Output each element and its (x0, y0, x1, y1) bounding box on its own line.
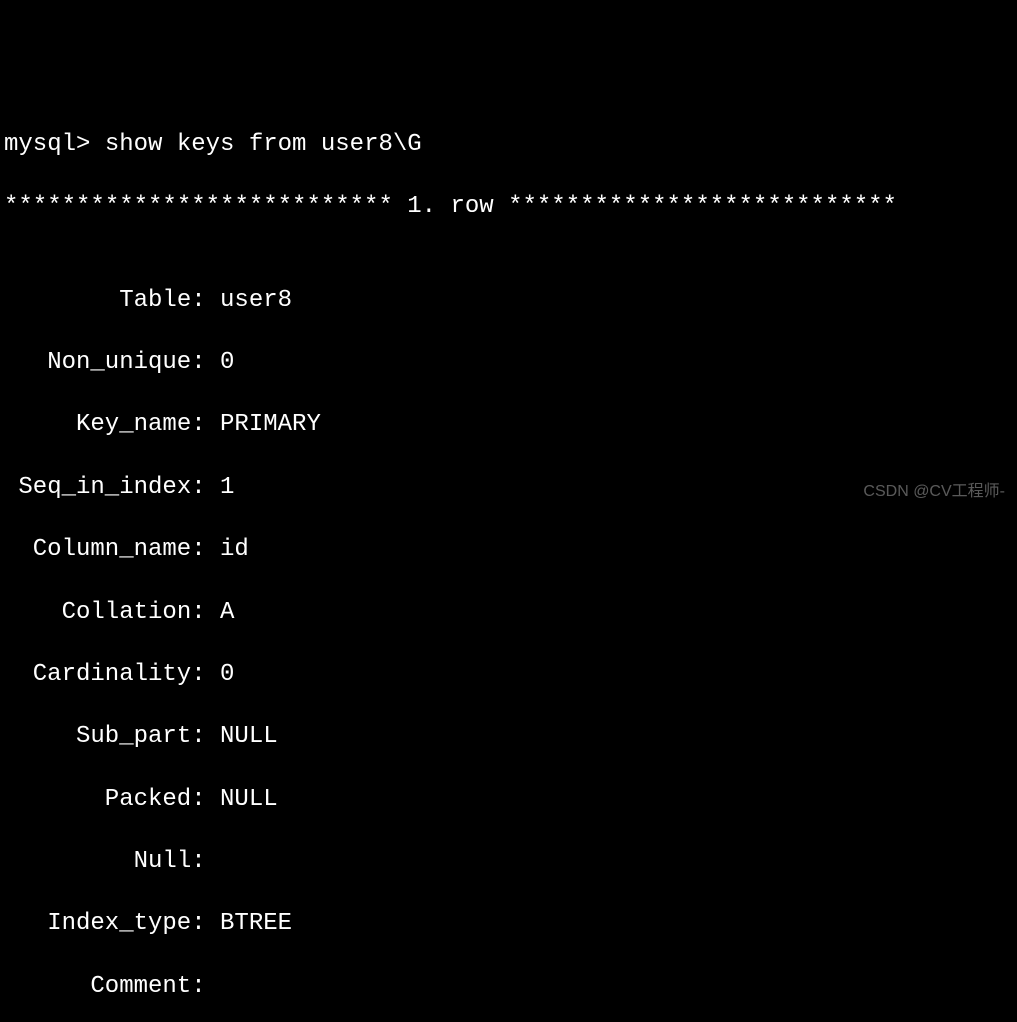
row-header: 1. row (407, 191, 493, 222)
sql-command: show keys from user8\G (105, 129, 422, 160)
field-row: Seq_in_index: 1 (4, 472, 1013, 503)
field-separator: : (191, 409, 220, 440)
field-value: NULL (220, 721, 278, 752)
field-label: Cardinality (4, 659, 191, 690)
field-label: Index_type (4, 908, 191, 939)
field-value: 0 (220, 347, 234, 378)
field-label: Seq_in_index (4, 472, 191, 503)
field-row: Column_name: id (4, 534, 1013, 565)
field-value: NULL (220, 784, 278, 815)
field-row: Non_unique: 0 (4, 347, 1013, 378)
row-separator-left: *************************** (4, 191, 407, 222)
field-label: Non_unique (4, 347, 191, 378)
field-separator: : (191, 285, 220, 316)
field-row: Packed: NULL (4, 784, 1013, 815)
field-label: Sub_part (4, 721, 191, 752)
field-separator: : (191, 597, 220, 628)
field-label: Column_name (4, 534, 191, 565)
field-separator: : (191, 784, 220, 815)
field-separator: : (191, 534, 220, 565)
watermark: CSDN @CV工程师- (863, 482, 1005, 503)
field-separator: : (191, 659, 220, 690)
row-separator-right: *************************** (494, 191, 897, 222)
field-row: Cardinality: 0 (4, 659, 1013, 690)
field-label: Packed (4, 784, 191, 815)
field-separator: : (191, 971, 220, 1002)
field-label: Collation (4, 597, 191, 628)
mysql-prompt: mysql> (4, 129, 105, 160)
field-value: id (220, 534, 249, 565)
field-value: 1 (220, 472, 234, 503)
command-line: mysql> show keys from user8\G (4, 129, 1013, 160)
row-header-line: *************************** 1. row *****… (4, 191, 1013, 222)
field-row: Key_name: PRIMARY (4, 409, 1013, 440)
field-row: Index_type: BTREE (4, 908, 1013, 939)
field-row: Collation: A (4, 597, 1013, 628)
field-label: Comment (4, 971, 191, 1002)
field-label: Table (4, 285, 191, 316)
field-value: A (220, 597, 234, 628)
field-separator: : (191, 846, 220, 877)
field-value: 0 (220, 659, 234, 690)
field-separator: : (191, 347, 220, 378)
field-value: BTREE (220, 908, 292, 939)
field-label: Null (4, 846, 191, 877)
field-label: Key_name (4, 409, 191, 440)
field-row: Null: (4, 846, 1013, 877)
field-row: Comment: (4, 971, 1013, 1002)
field-row: Table: user8 (4, 285, 1013, 316)
field-separator: : (191, 721, 220, 752)
field-row: Sub_part: NULL (4, 721, 1013, 752)
field-value: PRIMARY (220, 409, 321, 440)
field-separator: : (191, 472, 220, 503)
field-value: user8 (220, 285, 292, 316)
field-separator: : (191, 908, 220, 939)
